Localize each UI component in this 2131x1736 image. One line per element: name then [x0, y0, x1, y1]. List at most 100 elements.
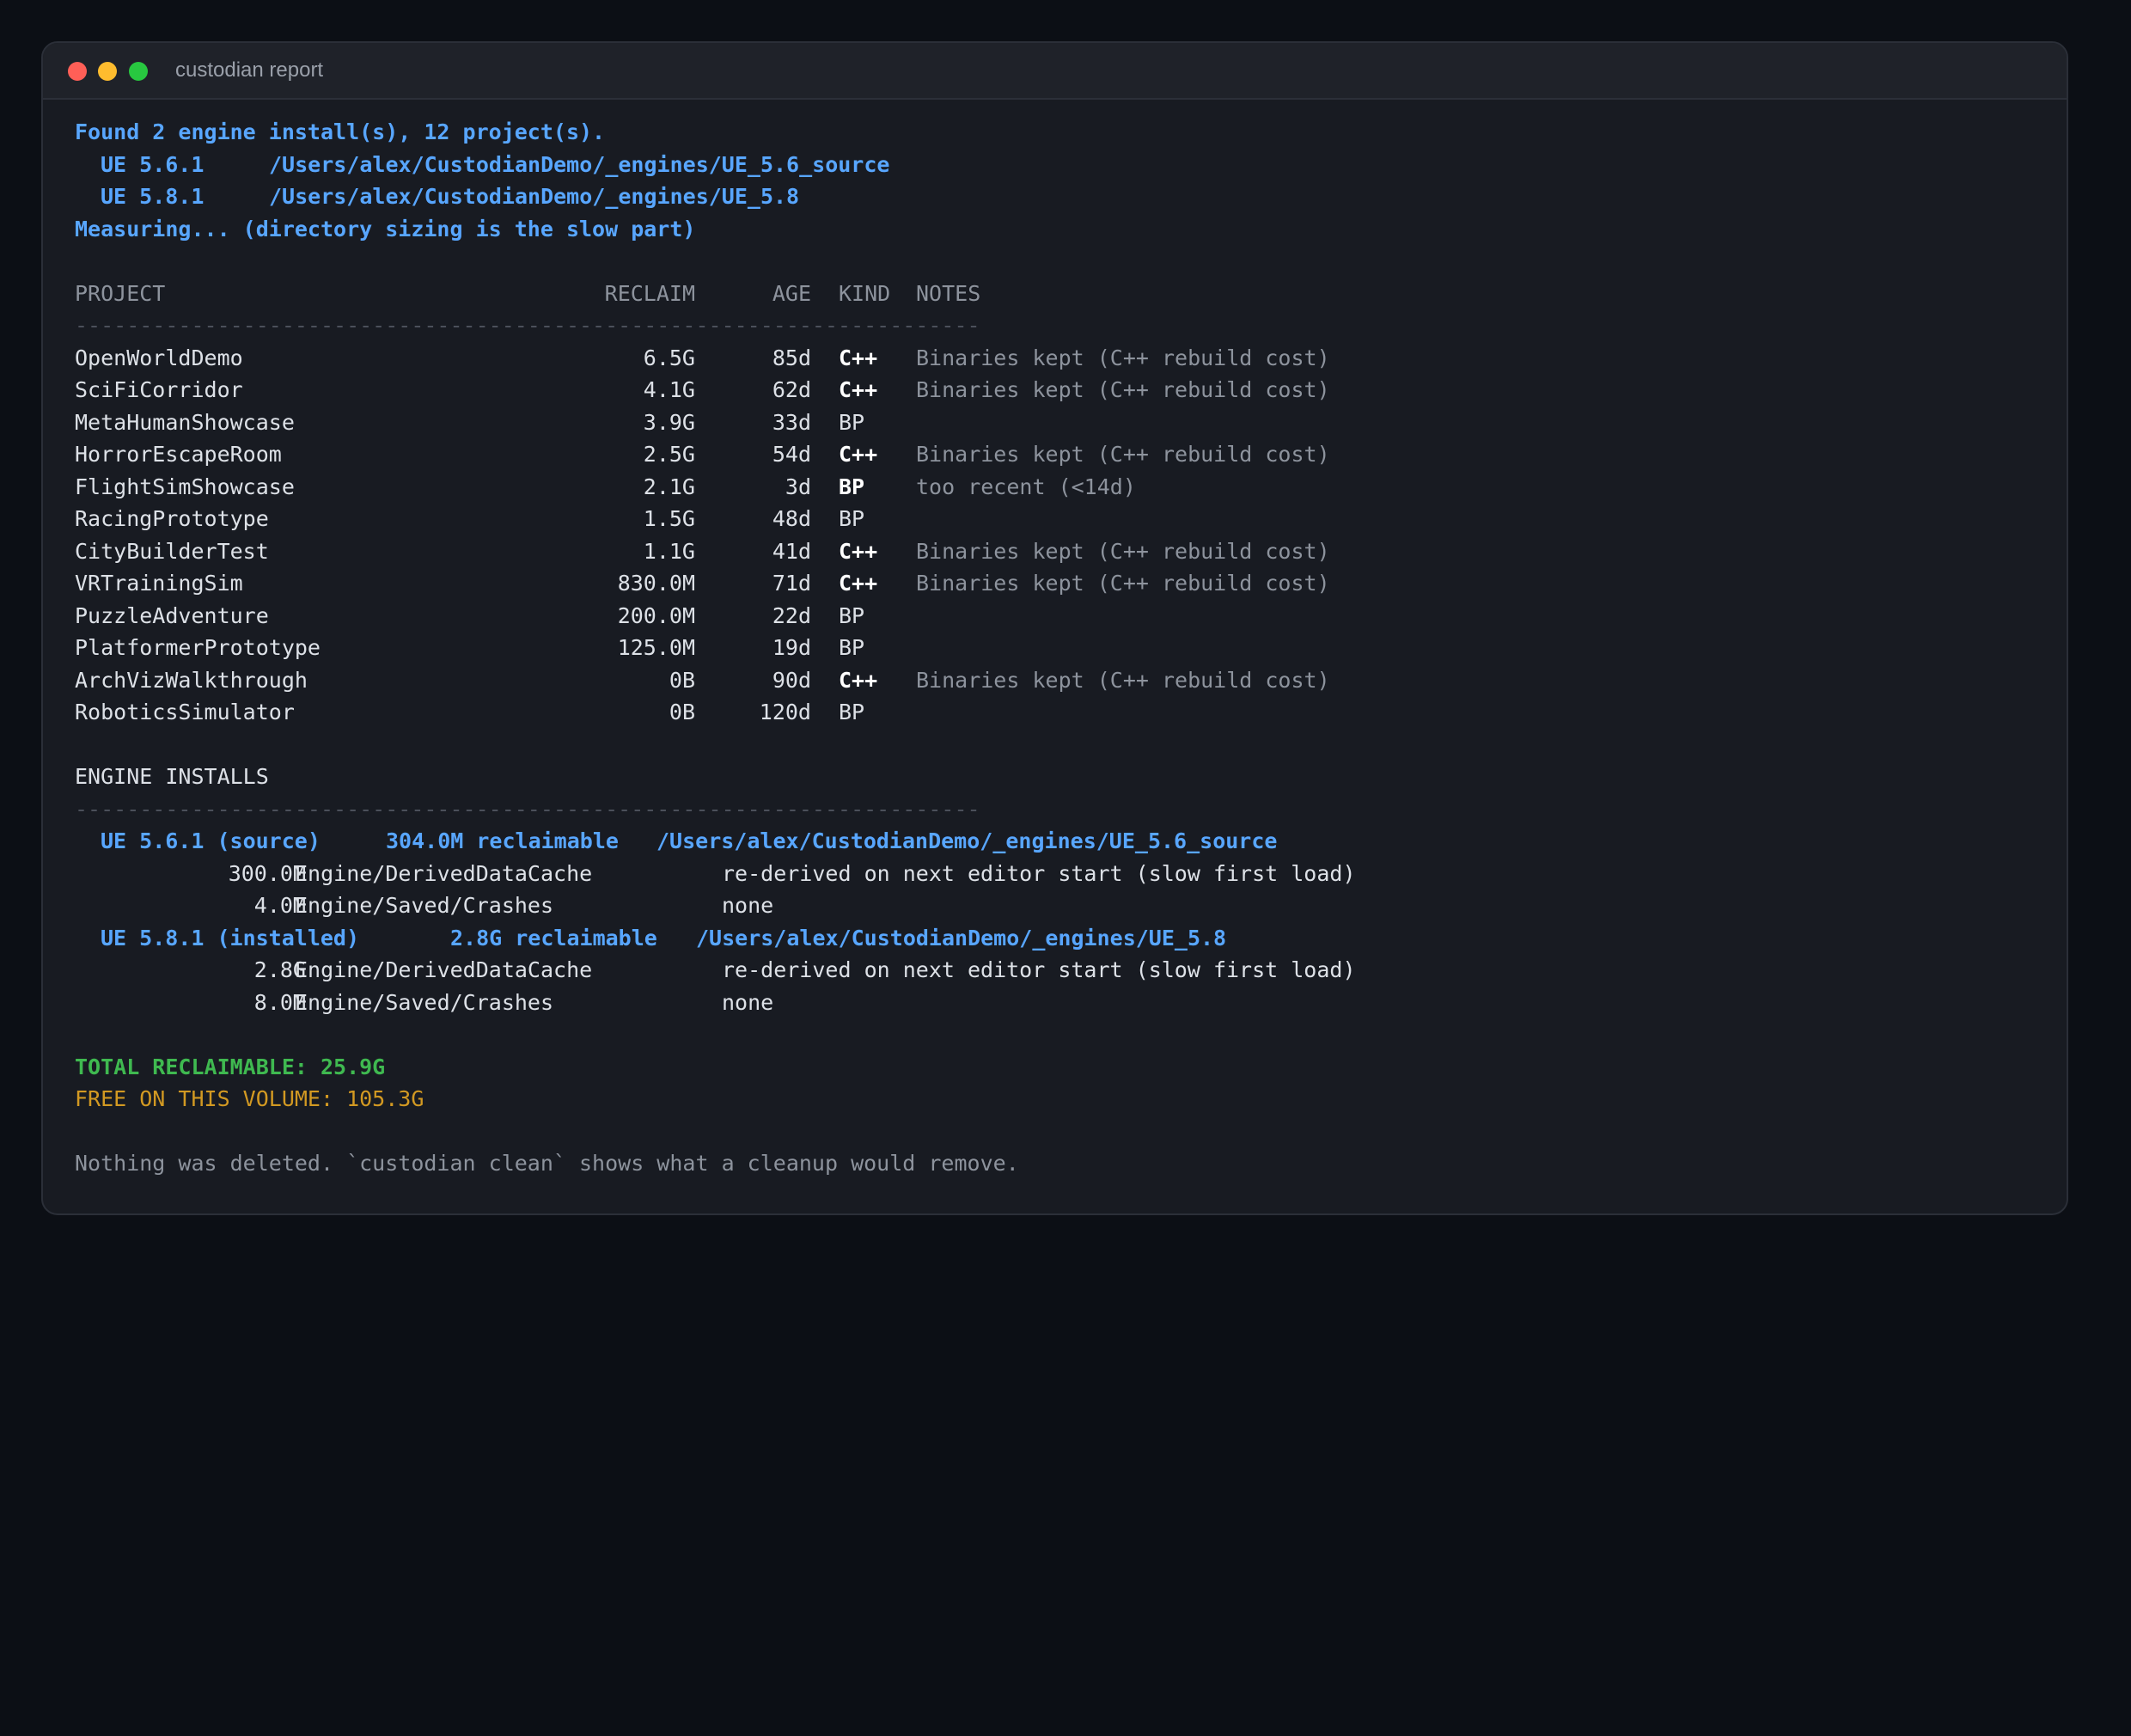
project-name: PuzzleAdventure [75, 602, 269, 628]
minimize-button[interactable] [98, 62, 117, 81]
engine-item-dir: Engine/Saved/Crashes [295, 989, 554, 1015]
project-name: HorrorEscapeRoom [75, 442, 282, 467]
project-age: 85d [772, 345, 811, 370]
project-kind: C++ [839, 667, 878, 693]
engine-summary-line: UE 5.6.1 (source) 304.0M reclaimable /Us… [75, 825, 2051, 857]
project-reclaim: 6.5G [643, 345, 695, 370]
project-kind: BP [839, 409, 865, 435]
table-row: HorrorEscapeRoom 2.5G 54d C++ Binaries k… [75, 438, 2051, 470]
project-reclaim: 200.0M [617, 602, 695, 628]
footer-note: Nothing was deleted. `custodian clean` s… [75, 1151, 1019, 1176]
project-reclaim: 0B [669, 700, 695, 724]
project-notes: Binaries kept (C++ rebuild cost) [916, 345, 1330, 370]
project-name: RoboticsSimulator [75, 700, 295, 724]
intro-engine-version: UE 5.6.1 [101, 151, 205, 177]
engine-item-note: none [722, 989, 774, 1015]
intro-engine-line: UE 5.8.1 /Users/alex/CustodianDemo/_engi… [75, 180, 2051, 212]
project-age: 120d [759, 700, 811, 724]
project-notes: Binaries kept (C++ rebuild cost) [916, 377, 1330, 402]
engine-item-line: 2.8G Engine/DerivedDataCache re-derived … [75, 954, 2051, 986]
project-kind: C++ [839, 442, 878, 467]
project-age: 3d [785, 474, 811, 499]
project-name: RacingPrototype [75, 506, 269, 531]
table-row: PlatformerPrototype 125.0M 19d BP [75, 632, 2051, 663]
project-reclaim: 4.1G [643, 377, 695, 402]
total-reclaimable-line: TOTAL RECLAIMABLE: 25.9G [75, 1051, 2051, 1083]
intro-engine-line: UE 5.6.1 /Users/alex/CustodianDemo/_engi… [75, 149, 2051, 180]
window-title: custodian report [175, 58, 324, 82]
title-bar: custodian report [43, 43, 2067, 100]
engine-label: UE 5.6.1 (source) [101, 828, 321, 853]
engine-item-dir: Engine/DerivedDataCache [295, 860, 593, 886]
engine-path: /Users/alex/CustodianDemo/_engines/UE_5.… [656, 828, 1278, 853]
project-kind: BP [839, 700, 865, 724]
project-name: CityBuilderTest [75, 538, 269, 564]
project-kind: BP [839, 635, 865, 660]
project-age: 62d [772, 377, 811, 402]
engine-item-note: re-derived on next editor start (slow fi… [722, 860, 1356, 886]
project-reclaim: 830.0M [617, 571, 695, 596]
project-age: 19d [772, 635, 811, 660]
project-name: SciFiCorridor [75, 377, 243, 402]
found-line: Found 2 engine install(s), 12 project(s)… [75, 116, 2051, 148]
measuring-line: Measuring... (directory sizing is the sl… [75, 213, 2051, 245]
engine-reclaimable: 304.0M reclaimable [386, 828, 619, 853]
maximize-button[interactable] [129, 62, 148, 81]
project-notes: Binaries kept (C++ rebuild cost) [916, 667, 1330, 693]
footer-line: Nothing was deleted. `custodian clean` s… [75, 1147, 2051, 1179]
table-row: VRTrainingSim 830.0M 71d C++ Binaries ke… [75, 567, 2051, 599]
engine-reclaimable: 2.8G reclaimable [450, 925, 657, 951]
measuring-text: Measuring... (directory sizing is the sl… [75, 216, 696, 241]
project-reclaim: 1.1G [643, 538, 695, 564]
terminal-window: custodian report Found 2 engine install(… [41, 41, 2068, 1215]
project-reclaim: 3.9G [643, 409, 695, 435]
engine-summary-line: UE 5.8.1 (installed) 2.8G reclaimable /U… [75, 922, 2051, 954]
close-button[interactable] [68, 62, 87, 81]
project-reclaim: 2.5G [643, 442, 695, 467]
engine-label: UE 5.8.1 (installed) [101, 925, 360, 951]
engine-installs-rule: ----------------------------------------… [75, 793, 2051, 825]
project-kind: C++ [839, 538, 878, 564]
engine-item-line: 300.0M Engine/DerivedDataCache re-derive… [75, 858, 2051, 889]
engine-item-note: none [722, 893, 774, 918]
project-name: VRTrainingSim [75, 571, 243, 596]
project-kind: C++ [839, 345, 878, 370]
table-row: ArchVizWalkthrough 0B 90d C++ Binaries k… [75, 664, 2051, 696]
header-kind: KIND [839, 280, 891, 306]
header-reclaim: RECLAIM [604, 280, 695, 306]
header-project: PROJECT [75, 280, 166, 306]
project-notes: Binaries kept (C++ rebuild cost) [916, 442, 1330, 467]
table-row: OpenWorldDemo 6.5G 85d C++ Binaries kept… [75, 342, 2051, 374]
divider-rule: ----------------------------------------… [75, 796, 980, 822]
engine-installs-heading: ENGINE INSTALLS [75, 761, 2051, 792]
project-name: PlatformerPrototype [75, 635, 321, 660]
table-row: RacingPrototype 1.5G 48d BP [75, 503, 2051, 535]
project-notes: Binaries kept (C++ rebuild cost) [916, 571, 1330, 596]
found-text: Found 2 engine install(s), 12 project(s)… [75, 119, 606, 144]
engine-path: /Users/alex/CustodianDemo/_engines/UE_5.… [696, 925, 1227, 951]
intro-engine-path: /Users/alex/CustodianDemo/_engines/UE_5.… [269, 184, 800, 209]
project-age: 48d [772, 506, 811, 531]
header-age: AGE [772, 280, 811, 306]
project-kind: BP [839, 506, 865, 531]
table-row: CityBuilderTest 1.1G 41d C++ Binaries ke… [75, 535, 2051, 567]
section-heading: ENGINE INSTALLS [75, 764, 269, 789]
project-age: 90d [772, 667, 811, 693]
project-age: 54d [772, 442, 811, 467]
table-row: RoboticsSimulator 0B 120d BP [75, 696, 2051, 728]
project-name: MetaHumanShowcase [75, 409, 295, 435]
free-space: FREE ON THIS VOLUME: 105.3G [75, 1086, 424, 1111]
project-kind: C++ [839, 571, 878, 596]
engine-item-line: 8.0M Engine/Saved/Crashes none [75, 987, 2051, 1018]
project-notes: Binaries kept (C++ rebuild cost) [916, 538, 1330, 564]
total-reclaimable: TOTAL RECLAIMABLE: 25.9G [75, 1054, 386, 1079]
project-age: 71d [772, 571, 811, 596]
project-kind: BP [839, 474, 865, 499]
project-kind: BP [839, 602, 865, 628]
intro-engine-path: /Users/alex/CustodianDemo/_engines/UE_5.… [269, 151, 890, 177]
project-age: 33d [772, 409, 811, 435]
engine-item-line: 4.0M Engine/Saved/Crashes none [75, 889, 2051, 921]
project-notes: too recent (<14d) [916, 474, 1136, 499]
table-row: MetaHumanShowcase 3.9G 33d BP [75, 406, 2051, 438]
project-reclaim: 125.0M [617, 635, 695, 660]
